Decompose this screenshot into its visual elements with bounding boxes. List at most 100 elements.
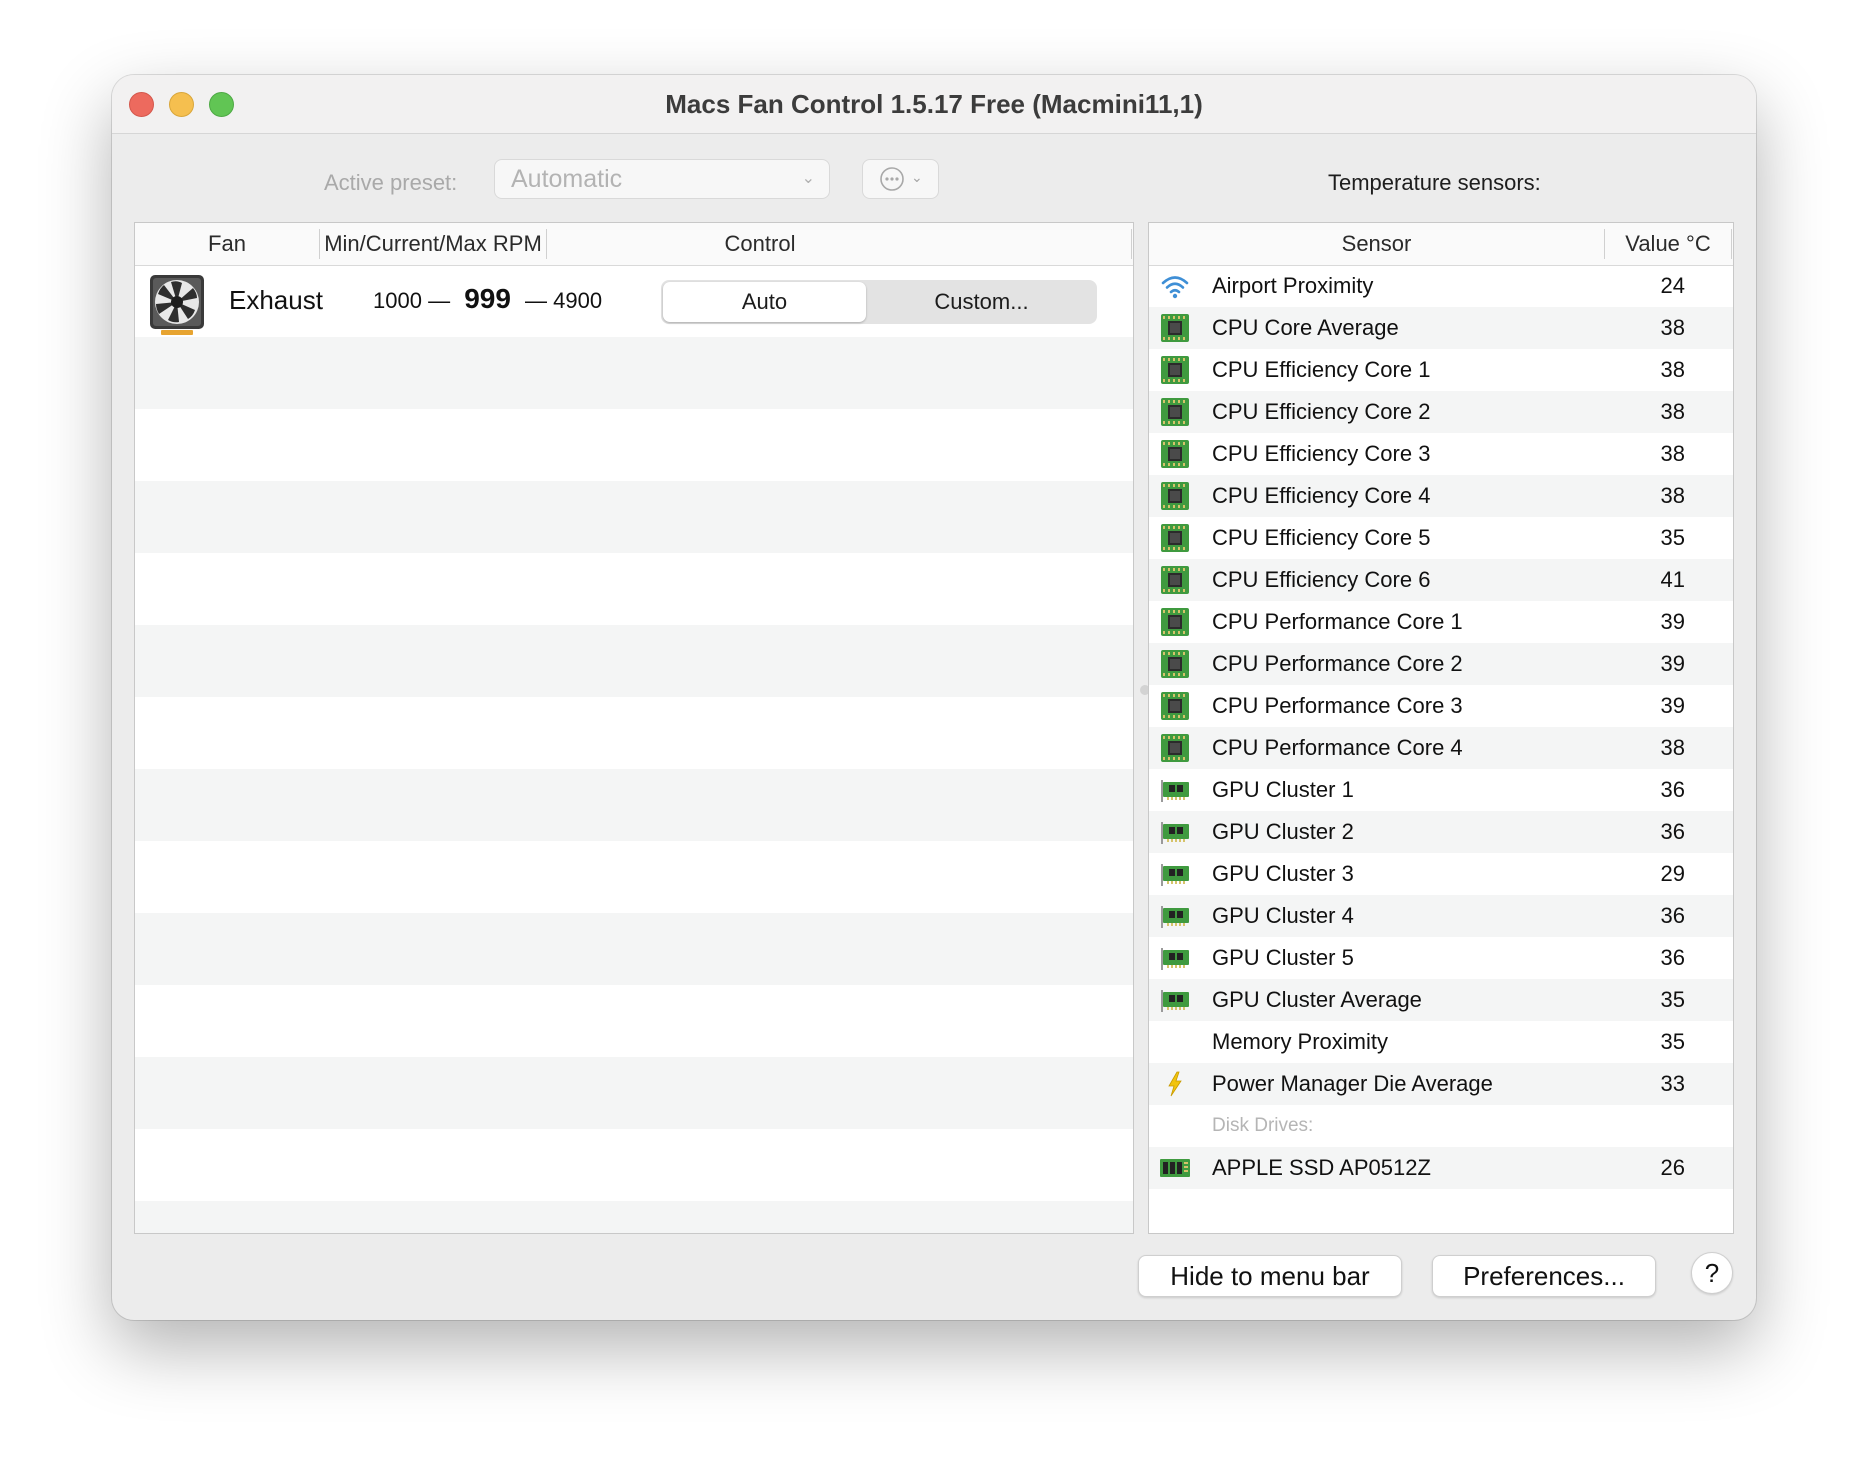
sensor-row[interactable]: CPU Efficiency Core 3 38 (1149, 433, 1733, 475)
column-header-fan[interactable]: Fan (135, 231, 319, 257)
sensor-value: 35 (1660, 987, 1685, 1012)
sensor-name: GPU Cluster 1 (1212, 777, 1354, 802)
fan-name: Exhaust (229, 285, 323, 315)
sensor-name: CPU Efficiency Core 1 (1212, 357, 1431, 382)
sensor-value: 41 (1660, 567, 1685, 592)
sensor-row[interactable]: GPU Cluster 2 36 (1149, 811, 1733, 853)
sensor-value: 36 (1660, 777, 1685, 802)
fan-current-rpm: 999 (464, 283, 511, 314)
sensor-value: 39 (1660, 693, 1685, 718)
sensor-row[interactable]: Airport Proximity 24 (1149, 265, 1733, 307)
sensor-row[interactable]: CPU Efficiency Core 5 35 (1149, 517, 1733, 559)
column-header-value[interactable]: Value °C (1605, 231, 1731, 257)
empty-row (135, 481, 1133, 553)
empty-row (135, 913, 1133, 985)
sensor-table: Sensor Value °C Airport Proximity 24 CPU C… (1148, 222, 1734, 1234)
preferences-button[interactable]: Preferences... (1432, 1255, 1656, 1297)
preset-actions-button[interactable]: ⌄ (862, 159, 939, 199)
sensor-value: 26 (1660, 1155, 1685, 1180)
empty-row (135, 625, 1133, 697)
sensor-value: 38 (1660, 441, 1685, 466)
gpu-card-icon (1159, 900, 1191, 932)
sensor-row[interactable]: GPU Cluster 3 29 (1149, 853, 1733, 895)
sensor-value: 29 (1660, 861, 1685, 886)
sensor-name: CPU Performance Core 3 (1212, 693, 1463, 718)
sensor-name: CPU Performance Core 4 (1212, 735, 1463, 760)
sensor-name: GPU Cluster 2 (1212, 819, 1354, 844)
sensor-row[interactable]: CPU Performance Core 3 39 (1149, 685, 1733, 727)
window-title: Macs Fan Control 1.5.17 Free (Macmini11,… (665, 89, 1203, 119)
sensor-value: 36 (1660, 819, 1685, 844)
column-header-sensor[interactable]: Sensor (1149, 231, 1604, 257)
sensor-row[interactable]: CPU Performance Core 2 39 (1149, 643, 1733, 685)
fan-rpm-readout: 1000 — 999 — 4900 (373, 283, 602, 315)
sensor-row[interactable]: Power Manager Die Average 33 (1149, 1063, 1733, 1105)
help-button[interactable]: ? (1691, 1252, 1733, 1294)
sensor-row[interactable]: CPU Efficiency Core 2 38 (1149, 391, 1733, 433)
temperature-sensors-label: Temperature sensors: (1328, 170, 1541, 195)
sensor-row[interactable]: GPU Cluster Average 35 (1149, 979, 1733, 1021)
cpu-chip-icon (1159, 606, 1191, 638)
sensor-row[interactable]: GPU Cluster 5 36 (1149, 937, 1733, 979)
cpu-chip-icon (1159, 312, 1191, 344)
preset-dropdown[interactable]: Automatic ⌄ (494, 159, 830, 199)
sensor-group-row[interactable]: Disk Drives: (1149, 1105, 1733, 1147)
sensor-name: GPU Cluster Average (1212, 987, 1422, 1012)
sensor-row[interactable]: CPU Efficiency Core 1 38 (1149, 349, 1733, 391)
ssd-icon (1159, 1152, 1191, 1184)
sensor-row[interactable]: CPU Core Average 38 (1149, 307, 1733, 349)
sensor-row[interactable]: CPU Performance Core 1 39 (1149, 601, 1733, 643)
sensor-name: CPU Performance Core 1 (1212, 609, 1463, 634)
sensor-table-header: Sensor Value °C (1149, 223, 1733, 266)
sensor-name: GPU Cluster 5 (1212, 945, 1354, 970)
sensor-group-label: Disk Drives: (1212, 1115, 1314, 1136)
sensor-name: CPU Core Average (1212, 315, 1399, 340)
sensor-rows: Airport Proximity 24 CPU Core Average 38 CPU… (1149, 265, 1733, 1189)
empty-row (135, 1057, 1133, 1129)
app-window: Macs Fan Control 1.5.17 Free (Macmini11,… (112, 75, 1756, 1320)
sensor-row[interactable]: CPU Efficiency Core 4 38 (1149, 475, 1733, 517)
fan-min-rpm: 1000 (373, 288, 422, 313)
sensor-value: 36 (1660, 903, 1685, 928)
wifi-icon (1159, 270, 1191, 302)
fan-max-rpm: 4900 (553, 288, 603, 313)
custom-control-button[interactable]: Custom... (868, 282, 1095, 322)
cpu-chip-icon (1159, 648, 1191, 680)
sensor-value: 33 (1660, 1071, 1685, 1096)
sensor-name: Memory Proximity (1212, 1029, 1389, 1054)
sensor-value: 36 (1660, 945, 1685, 970)
auto-control-button[interactable]: Auto (663, 282, 866, 322)
cpu-chip-icon (1159, 522, 1191, 554)
cpu-chip-icon (1159, 354, 1191, 386)
sensor-name: GPU Cluster 4 (1212, 903, 1354, 928)
sensor-value: 35 (1660, 1029, 1685, 1054)
sensor-row[interactable]: CPU Performance Core 4 38 (1149, 727, 1733, 769)
column-divider (1131, 229, 1132, 259)
lightning-icon (1159, 1068, 1191, 1100)
empty-row (135, 337, 1133, 409)
sensor-name: CPU Efficiency Core 5 (1212, 525, 1431, 550)
gpu-card-icon (1159, 942, 1191, 974)
sensor-row[interactable]: GPU Cluster 1 36 (1149, 769, 1733, 811)
sensor-row[interactable]: APPLE SSD AP0512Z 26 (1149, 1147, 1733, 1189)
fan-table: Fan Min/Current/Max RPM Control Exhaust … (134, 222, 1134, 1234)
empty-row (135, 769, 1133, 841)
chevron-down-icon: ⌄ (911, 169, 923, 185)
sensor-name: CPU Performance Core 2 (1212, 651, 1463, 676)
fan-icon (150, 275, 204, 335)
column-header-control[interactable]: Control (547, 231, 973, 257)
column-header-rpm[interactable]: Min/Current/Max RPM (320, 231, 546, 257)
sensor-row[interactable]: Memory Proximity 35 (1149, 1021, 1733, 1063)
sensor-value: 38 (1660, 315, 1685, 340)
sensor-row[interactable]: CPU Efficiency Core 6 41 (1149, 559, 1733, 601)
hide-to-menu-bar-button[interactable]: Hide to menu bar (1138, 1255, 1402, 1297)
gpu-card-icon (1159, 858, 1191, 890)
sensor-value: 24 (1660, 273, 1685, 298)
sensor-row[interactable]: GPU Cluster 4 36 (1149, 895, 1733, 937)
sensor-name: CPU Efficiency Core 4 (1212, 483, 1431, 508)
cpu-chip-icon (1159, 564, 1191, 596)
sensor-value: 38 (1660, 357, 1685, 382)
sensor-name: Power Manager Die Average (1212, 1071, 1493, 1096)
sensor-name: Airport Proximity (1212, 273, 1374, 298)
gpu-card-icon (1159, 774, 1191, 806)
